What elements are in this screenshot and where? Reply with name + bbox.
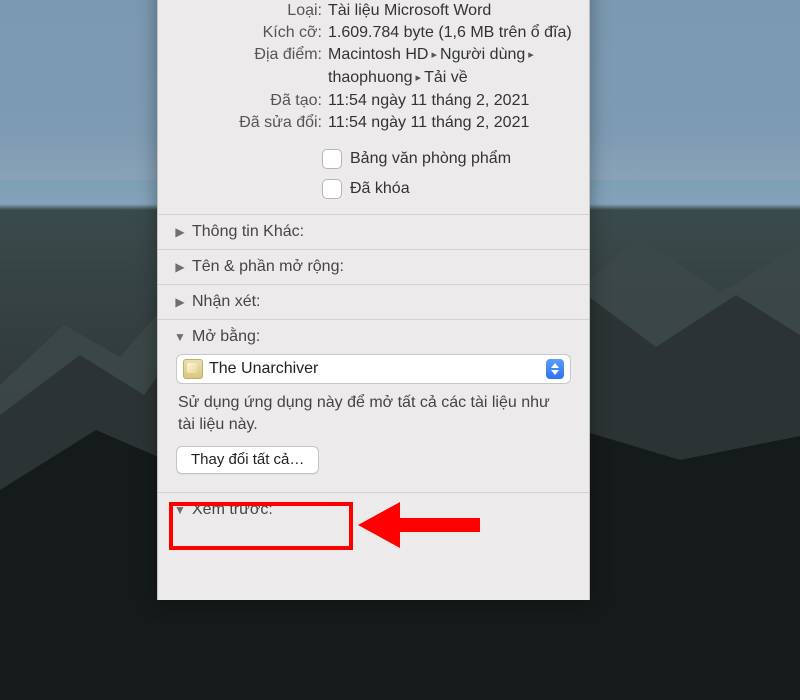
type-label: Loại:: [172, 0, 328, 22]
size-value: 1.609.784 byte (1,6 MB trên ổ đĩa): [328, 22, 575, 44]
change-all-button[interactable]: Thay đổi tất cả…: [176, 446, 319, 474]
section-title: Xem trước:: [192, 501, 273, 519]
size-label: Kích cỡ:: [172, 22, 328, 44]
chevron-icon: ▸: [431, 44, 437, 66]
open-with-select[interactable]: The Unarchiver: [176, 354, 571, 384]
general-properties: Loại: Tài liệu Microsoft Word Kích cỡ: 1…: [158, 0, 589, 138]
location-value-cont: thaophuong▸Tải về: [172, 67, 575, 90]
section-name-ext[interactable]: ▶ Tên & phần mở rộng:: [158, 249, 589, 284]
section-title: Nhận xét:: [192, 293, 260, 311]
type-value: Tài liệu Microsoft Word: [328, 0, 575, 22]
chevron-down-icon: ▼: [172, 503, 188, 517]
select-stepper-icon[interactable]: [546, 359, 564, 379]
section-title: Tên & phần mở rộng:: [192, 258, 344, 276]
chevron-icon: ▸: [528, 44, 534, 66]
section-comments[interactable]: ▶ Nhận xét:: [158, 284, 589, 319]
location-value: Macintosh HD▸Người dùng▸: [328, 44, 575, 67]
locked-checkbox[interactable]: [322, 179, 342, 199]
section-title: Mở bằng:: [192, 328, 260, 346]
open-with-app-name: The Unarchiver: [209, 360, 540, 378]
modified-value: 11:54 ngày 11 tháng 2, 2021: [328, 112, 575, 134]
get-info-window: Loại: Tài liệu Microsoft Word Kích cỡ: 1…: [157, 0, 590, 600]
created-value: 11:54 ngày 11 tháng 2, 2021: [328, 90, 575, 112]
chevron-right-icon: ▶: [172, 225, 188, 239]
section-preview[interactable]: ▼ Xem trước:: [158, 492, 589, 527]
chevron-right-icon: ▶: [172, 260, 188, 274]
stationery-label: Bảng văn phòng phẩm: [350, 144, 511, 174]
section-more-info[interactable]: ▶ Thông tin Khác:: [158, 214, 589, 249]
locked-label: Đã khóa: [350, 174, 410, 204]
open-with-help: Sử dụng ứng dụng này để mở tất cả các tà…: [172, 392, 575, 446]
created-label: Đã tạo:: [172, 90, 328, 112]
section-open-with-header[interactable]: ▼ Mở bằng:: [172, 328, 575, 346]
location-label: Địa điểm:: [172, 44, 328, 67]
chevron-down-icon: ▼: [172, 330, 188, 344]
app-icon: [183, 359, 203, 379]
section-open-with: ▼ Mở bằng: The Unarchiver Sử dụng ứng dụn…: [158, 319, 589, 492]
chevron-right-icon: ▶: [172, 295, 188, 309]
modified-label: Đã sửa đổi:: [172, 112, 328, 134]
section-title: Thông tin Khác:: [192, 223, 304, 241]
flags-group: Bảng văn phòng phẩm Đã khóa: [158, 138, 589, 214]
chevron-icon: ▸: [416, 67, 422, 89]
stationery-checkbox[interactable]: [322, 149, 342, 169]
